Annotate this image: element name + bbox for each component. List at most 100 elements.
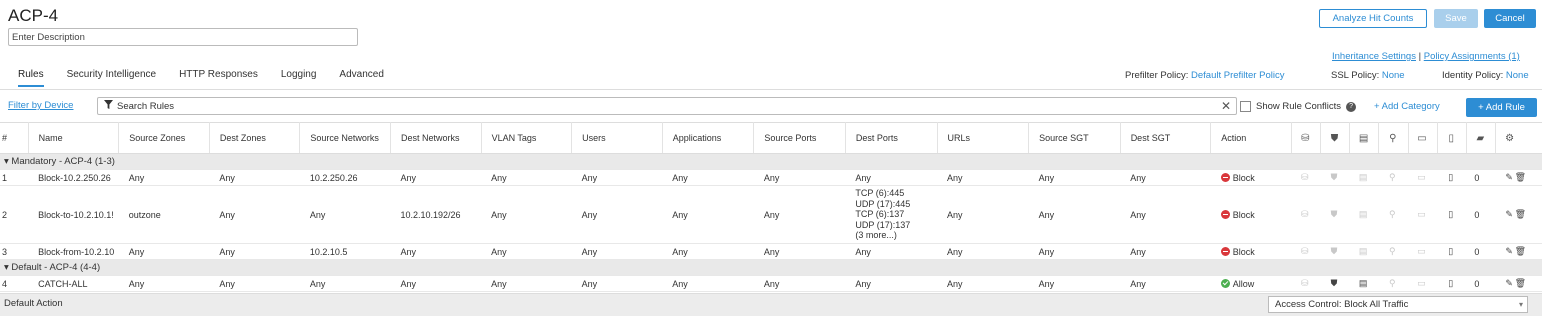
identity-policy-link[interactable]: None xyxy=(1506,70,1529,81)
ips-policy-icon[interactable]: ⛁ xyxy=(1299,172,1310,183)
analyze-hit-counts-button[interactable]: Analyze Hit Counts xyxy=(1319,9,1427,28)
search-placeholder: Search Rules xyxy=(117,100,175,112)
time-range-icon[interactable]: ▭ xyxy=(1416,246,1427,257)
file-policy-icon: ▤ xyxy=(1358,132,1369,144)
edit-icon[interactable]: ✎ xyxy=(1504,172,1515,183)
delete-icon[interactable]: 🗑 xyxy=(1515,246,1526,257)
safe-search-icon[interactable]: ⚲ xyxy=(1387,172,1398,183)
category-row-mandatory[interactable]: ▾ Mandatory - ACP-4 (1-3) xyxy=(0,153,1542,170)
logging-icon[interactable]: ▯ xyxy=(1445,246,1456,257)
tab-security-intelligence[interactable]: Security Intelligence xyxy=(67,69,157,87)
rule-urls: Any xyxy=(937,185,1029,244)
rule-dest-networks: Any xyxy=(390,275,482,292)
show-rule-conflicts-checkbox[interactable] xyxy=(1240,101,1251,112)
rule-users: Any xyxy=(571,243,663,260)
save-button[interactable]: Save xyxy=(1434,9,1478,28)
more-ports-link[interactable]: (3 more...) xyxy=(855,230,937,241)
delete-icon[interactable]: 🗑 xyxy=(1515,172,1526,183)
file-policy-icon[interactable]: ▤ xyxy=(1358,172,1369,183)
time-range-icon: ▭ xyxy=(1417,132,1427,144)
column-header[interactable]: Dest Zones xyxy=(209,122,301,154)
column-header[interactable]: Applications xyxy=(662,122,755,154)
file-policy-icon[interactable]: ▤ xyxy=(1358,246,1369,257)
collapse-icon[interactable]: ▾ xyxy=(4,262,9,273)
time-range-icon[interactable]: ▭ xyxy=(1416,209,1427,220)
table-row[interactable]: 4 CATCH-ALL Any Any Any Any Any Any Any … xyxy=(0,275,1542,292)
shield-icon[interactable]: ⛊ xyxy=(1328,209,1339,220)
tab-rules[interactable]: Rules xyxy=(18,69,44,87)
rule-action-label: Block xyxy=(1232,209,1255,220)
policy-assignments-link[interactable]: Policy Assignments (1) xyxy=(1424,51,1520,62)
rule-dest-ports: TCP (6):445 UDP (17):445 TCP (6):137 UDP… xyxy=(845,185,937,244)
shield-icon[interactable]: ⛊ xyxy=(1328,172,1339,183)
rule-vlan-tags: Any xyxy=(481,243,572,260)
file-policy-icon[interactable]: ▤ xyxy=(1358,278,1369,289)
ips-policy-icon[interactable]: ⛁ xyxy=(1299,246,1310,257)
rule-users: Any xyxy=(571,275,663,292)
column-header[interactable]: Source SGT xyxy=(1028,122,1121,154)
safe-search-icon[interactable]: ⚲ xyxy=(1387,209,1398,220)
time-range-icon[interactable]: ▭ xyxy=(1416,278,1427,289)
column-header[interactable]: Source Zones xyxy=(118,122,210,154)
table-header: # Name Source Zones Dest Zones Source Ne… xyxy=(0,122,1542,154)
rule-source-zones: Any xyxy=(118,275,210,292)
delete-icon[interactable]: 🗑 xyxy=(1515,209,1526,220)
column-header[interactable]: URLs xyxy=(937,122,1030,154)
gear-icon[interactable]: ⚙ xyxy=(1504,133,1515,144)
rule-users: Any xyxy=(571,169,663,186)
column-header[interactable]: Action xyxy=(1210,122,1292,154)
edit-icon[interactable]: ✎ xyxy=(1504,278,1515,289)
column-header[interactable]: Source Ports xyxy=(753,122,846,154)
column-header[interactable]: # xyxy=(0,122,29,154)
tab-http-responses[interactable]: HTTP Responses xyxy=(179,69,258,87)
ssl-policy-link[interactable]: None xyxy=(1382,70,1405,81)
table-row[interactable]: 1 Block-10.2.250.26 Any Any 10.2.250.26 … xyxy=(0,169,1542,186)
search-input[interactable]: Search Rules ✕ xyxy=(97,97,1237,115)
column-header[interactable]: VLAN Tags xyxy=(481,122,573,154)
column-header[interactable]: Dest Ports xyxy=(845,122,938,154)
file-policy-icon[interactable]: ▤ xyxy=(1358,209,1369,220)
shield-icon[interactable]: ⛊ xyxy=(1328,246,1339,257)
rule-number: 1 xyxy=(0,169,29,186)
category-row-default[interactable]: ▾ Default - ACP-4 (4-4) xyxy=(0,259,1542,276)
add-rule-button[interactable]: + Add Rule xyxy=(1466,98,1537,117)
default-action-select[interactable]: Access Control: Block All Traffic ▾ xyxy=(1268,296,1528,313)
time-range-icon[interactable]: ▭ xyxy=(1416,172,1427,183)
inheritance-settings-link[interactable]: Inheritance Settings xyxy=(1332,51,1416,62)
column-header[interactable]: Name xyxy=(28,122,120,154)
edit-icon[interactable]: ✎ xyxy=(1504,209,1515,220)
tab-advanced[interactable]: Advanced xyxy=(339,69,383,87)
clear-search-icon[interactable]: ✕ xyxy=(1221,99,1231,113)
ips-policy-icon[interactable]: ⛁ xyxy=(1299,278,1310,289)
description-field[interactable] xyxy=(8,28,358,46)
safe-search-icon[interactable]: ⚲ xyxy=(1387,278,1398,289)
column-header[interactable]: Dest SGT xyxy=(1120,122,1212,154)
rule-dest-ports: Any xyxy=(845,169,937,186)
table-row[interactable]: 3 Block-from-10.2.10 Any Any 10.2.10.5 A… xyxy=(0,243,1542,260)
prefilter-policy-label: Prefilter Policy: xyxy=(1125,70,1189,81)
prefilter-policy-link[interactable]: Default Prefilter Policy xyxy=(1191,70,1284,81)
rule-source-networks: 10.2.250.26 xyxy=(299,169,391,186)
delete-icon[interactable]: 🗑 xyxy=(1515,278,1526,289)
table-row[interactable]: 2 Block-to-10.2.10.1! outzone Any Any 10… xyxy=(0,185,1542,244)
rule-action: Block xyxy=(1210,185,1292,244)
shield-icon[interactable]: ⛊ xyxy=(1328,278,1339,289)
column-header[interactable]: Source Networks xyxy=(299,122,391,154)
tab-logging[interactable]: Logging xyxy=(281,69,317,87)
safe-search-icon: ⚲ xyxy=(1389,132,1397,144)
column-header[interactable]: Dest Networks xyxy=(390,122,482,154)
filter-by-device-link[interactable]: Filter by Device xyxy=(8,100,73,111)
cancel-button[interactable]: Cancel xyxy=(1484,9,1536,28)
collapse-icon[interactable]: ▾ xyxy=(4,156,9,167)
edit-icon[interactable]: ✎ xyxy=(1504,246,1515,257)
rule-vlan-tags: Any xyxy=(481,185,572,244)
safe-search-icon[interactable]: ⚲ xyxy=(1387,246,1398,257)
logging-icon[interactable]: ▯ xyxy=(1445,278,1456,289)
rule-applications: Any xyxy=(662,243,754,260)
add-category-button[interactable]: + Add Category xyxy=(1374,101,1440,112)
help-icon[interactable]: ? xyxy=(1346,101,1357,112)
column-header[interactable]: Users xyxy=(571,122,663,154)
ips-policy-icon[interactable]: ⛁ xyxy=(1299,209,1310,220)
logging-icon[interactable]: ▯ xyxy=(1445,209,1456,220)
logging-icon[interactable]: ▯ xyxy=(1445,172,1456,183)
